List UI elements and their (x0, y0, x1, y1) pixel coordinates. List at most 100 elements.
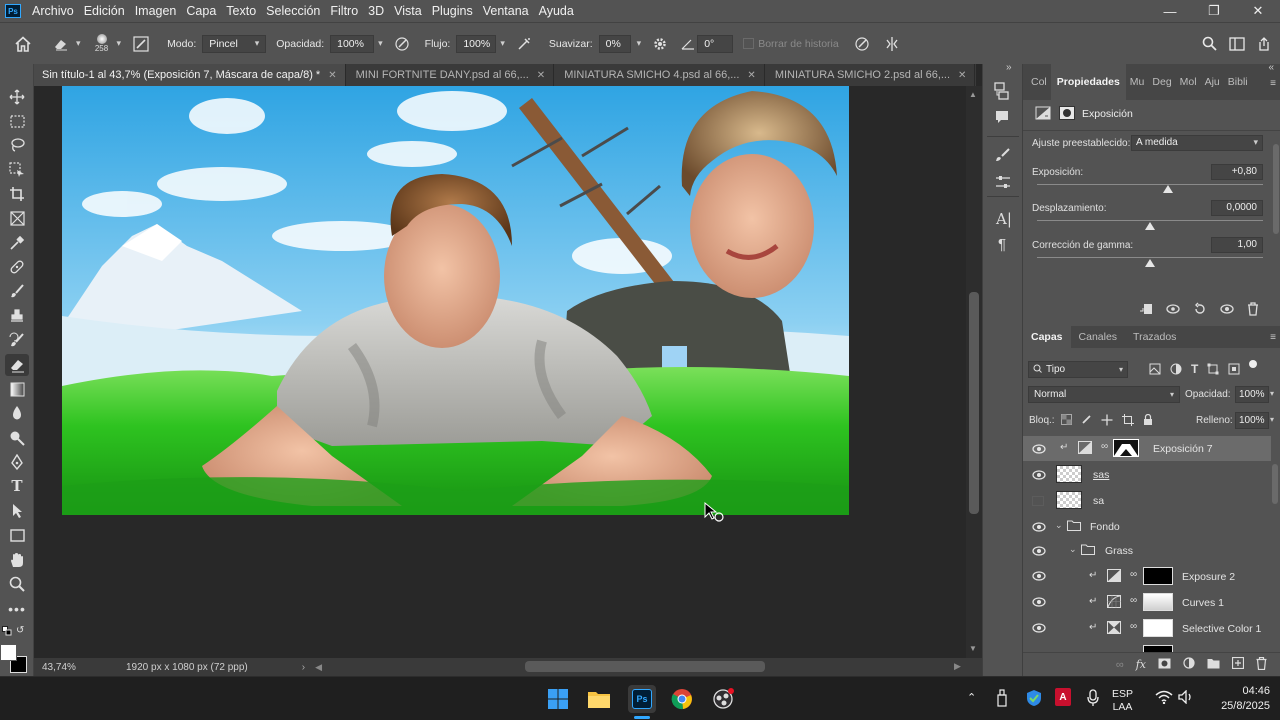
pressure-size-icon[interactable] (851, 36, 873, 52)
layer-row-sas[interactable]: sas (1023, 462, 1271, 487)
brush-settings-panel-icon[interactable] (995, 148, 1011, 165)
layer-name[interactable]: sas (1093, 469, 1109, 481)
layer-name[interactable]: Exposure 2 (1182, 571, 1235, 583)
history-icon[interactable] (994, 82, 1010, 103)
chevron-down-icon[interactable]: ⌄ (1069, 544, 1077, 555)
flow-chevron-icon[interactable]: ▾ (500, 38, 505, 49)
smooth-field[interactable]: 0% (598, 34, 631, 53)
default-colors-icon[interactable] (2, 626, 12, 636)
pressure-opacity-icon[interactable] (391, 36, 413, 52)
view-previous-icon[interactable] (1165, 303, 1181, 318)
scroll-down-icon[interactable]: ▼ (969, 644, 977, 653)
chain-link-icon[interactable]: ∞ (1130, 621, 1137, 632)
photoshop-taskbar-icon[interactable]: Ps (628, 685, 656, 713)
visibility-eye-icon[interactable] (1032, 571, 1046, 581)
layer-row-curves-1[interactable]: ↵ ∞ Curves 1 (1023, 589, 1271, 615)
visibility-eye-icon[interactable] (1032, 470, 1046, 480)
status-menu-chevron-icon[interactable]: › (302, 662, 305, 673)
filter-type-icon[interactable]: T (1191, 363, 1198, 378)
menu-archivo[interactable]: Archivo (32, 4, 74, 18)
exposure-field[interactable]: +0,80 (1211, 164, 1263, 180)
lock-pixels-icon[interactable] (1081, 414, 1092, 429)
collapse-panels-icon[interactable]: » (1006, 62, 1012, 73)
lock-all-icon[interactable] (1143, 413, 1153, 429)
lock-transparent-icon[interactable] (1061, 414, 1072, 429)
foreground-color-swatch[interactable] (0, 644, 17, 661)
layer-name[interactable]: Curves 1 (1182, 597, 1224, 609)
add-mask-icon[interactable] (1158, 658, 1171, 672)
opacity-chevron-icon[interactable]: ▾ (1270, 389, 1274, 398)
brush-chevron-icon[interactable]: ▾ (117, 38, 122, 49)
rectangle-tool-icon[interactable] (5, 524, 29, 546)
zoom-tool-icon[interactable] (5, 573, 29, 595)
tab-miniatura-smicho-4[interactable]: MINIATURA SMICHO 4.psd al 66,... ✕ (554, 64, 765, 86)
scroll-left-icon[interactable]: ◀ (315, 662, 322, 673)
symmetry-icon[interactable] (881, 36, 903, 52)
tab-miniatura-smicho-2[interactable]: MINIATURA SMICHO 2.psd al 66,... ✕ (765, 64, 976, 86)
close-icon[interactable]: ✕ (537, 70, 545, 81)
chain-link-icon[interactable]: ∞ (1130, 569, 1137, 580)
layer-row-exposure-2[interactable]: ↵ ∞ Exposure 2 (1023, 562, 1271, 590)
comments-icon[interactable] (995, 110, 1009, 127)
zoom-level[interactable]: 43,74% (42, 662, 82, 673)
office-app-icon[interactable]: A (1055, 688, 1071, 706)
angle-field[interactable]: 0° (697, 34, 734, 53)
preset-select[interactable]: A medida ▾ (1131, 135, 1263, 151)
eraser-tool-icon[interactable] (50, 37, 72, 51)
fill-chevron-icon[interactable]: ▾ (1270, 415, 1274, 424)
link-layers-icon[interactable]: ∞ (1116, 659, 1124, 671)
document-canvas[interactable] (62, 86, 849, 515)
tab-mini-fortnite[interactable]: MINI FORTNITE DANY.psd al 66,... ✕ (346, 64, 555, 86)
visibility-eye-icon[interactable] (1032, 597, 1046, 607)
gamma-field[interactable]: 1,00 (1211, 237, 1263, 253)
security-shield-icon[interactable] (1026, 689, 1042, 710)
frame-tool-icon[interactable] (5, 207, 29, 229)
brush-preview[interactable]: 258 (91, 34, 113, 53)
exposure-slider-knob[interactable] (1163, 185, 1174, 193)
visibility-eye-icon[interactable] (1032, 522, 1046, 532)
airbrush-icon[interactable] (513, 36, 535, 52)
visibility-eye-icon[interactable] (1032, 623, 1046, 633)
gear-icon[interactable] (649, 37, 671, 51)
chain-link-icon[interactable]: ∞ (1101, 441, 1108, 452)
tab-channels[interactable]: Canales (1071, 331, 1126, 343)
lock-artboard-icon[interactable] (1122, 414, 1134, 429)
gradient-tool-icon[interactable] (5, 378, 29, 400)
delete-layer-icon[interactable] (1256, 656, 1267, 673)
restore-icon[interactable]: ❐ (1192, 0, 1236, 22)
menu-filtro[interactable]: Filtro (330, 4, 358, 18)
minimize-icon[interactable]: — (1148, 0, 1192, 22)
usb-device-icon[interactable] (996, 689, 1008, 710)
fill-field[interactable]: 100% (1235, 412, 1269, 429)
filter-shape-icon[interactable] (1207, 363, 1219, 378)
blur-tool-icon[interactable] (5, 402, 29, 424)
layer-group-grass[interactable]: ⌄ Grass (1023, 538, 1271, 563)
menu-edicion[interactable]: Edición (84, 4, 125, 18)
layer-mask-icon[interactable] (1059, 106, 1075, 120)
tab-mol[interactable]: Mol (1176, 76, 1201, 88)
pen-tool-icon[interactable] (5, 451, 29, 473)
clip-to-layer-icon[interactable] (1139, 303, 1153, 318)
smooth-chevron-icon[interactable]: ▾ (637, 38, 642, 49)
eraser-tool-icon[interactable] (5, 354, 29, 376)
file-explorer-icon[interactable] (586, 686, 612, 712)
healing-brush-tool-icon[interactable] (5, 256, 29, 278)
move-tool-icon[interactable] (5, 86, 29, 108)
eyedropper-tool-icon[interactable] (5, 232, 29, 254)
tab-paths[interactable]: Trazados (1125, 331, 1184, 343)
layers-scrollbar[interactable] (1272, 464, 1278, 504)
speaker-icon[interactable] (1178, 689, 1194, 707)
close-icon[interactable]: ✕ (958, 70, 966, 81)
filter-adjustment-icon[interactable] (1170, 363, 1182, 378)
tool-preset-chevron-icon[interactable]: ▾ (76, 38, 81, 49)
clock[interactable]: 04:46 25/8/2025 (1206, 684, 1276, 714)
layer-mask-thumbnail[interactable] (1143, 567, 1173, 585)
close-icon[interactable]: ✕ (747, 70, 755, 81)
close-icon[interactable]: ✕ (1236, 0, 1280, 22)
collapse-dock-icon[interactable]: « (1268, 62, 1274, 73)
layer-name[interactable]: sa (1093, 495, 1104, 507)
menu-ventana[interactable]: Ventana (483, 4, 529, 18)
chevron-down-icon[interactable]: ⌄ (1055, 520, 1063, 531)
visibility-eye-icon[interactable] (1032, 444, 1046, 454)
chrome-icon[interactable] (669, 686, 695, 712)
